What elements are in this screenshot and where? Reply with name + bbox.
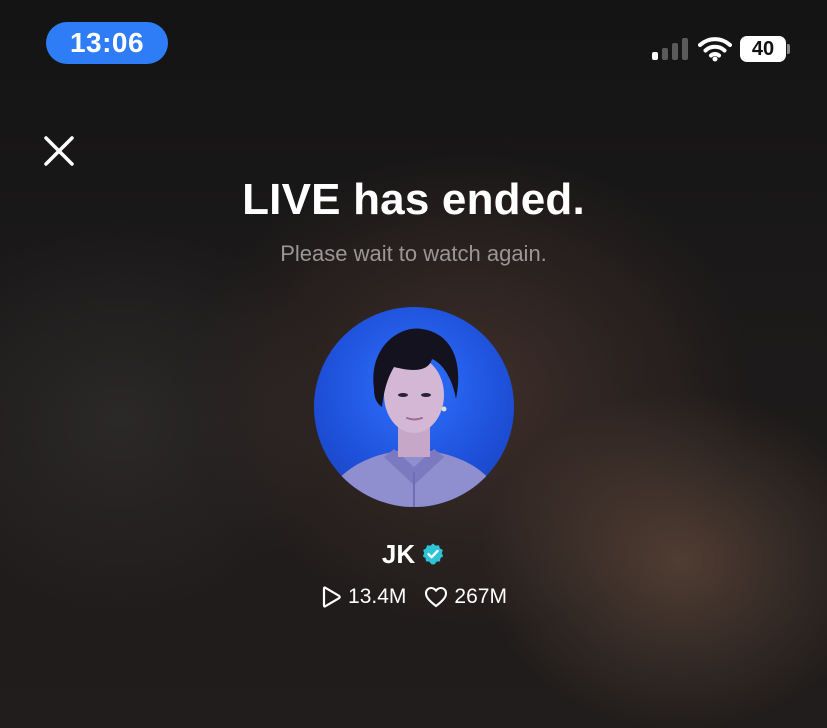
status-bar: 13:06 40 xyxy=(0,0,827,90)
page-subtitle: Please wait to watch again. xyxy=(280,241,547,266)
creator-name: JK xyxy=(381,539,416,569)
creator-name-row[interactable]: JK xyxy=(0,538,827,570)
creator-stats: 13.4M 267M xyxy=(0,583,827,611)
verified-badge-icon xyxy=(422,543,444,565)
page-title: LIVE has ended. xyxy=(242,175,585,224)
views-count: 13.4M xyxy=(348,585,407,608)
views-stat: 13.4M xyxy=(320,583,406,611)
battery-icon: 40 xyxy=(740,36,790,62)
close-button[interactable] xyxy=(38,130,80,172)
status-time[interactable]: 13:06 xyxy=(46,22,168,64)
signal-icon xyxy=(652,38,690,60)
battery-level: 40 xyxy=(740,36,786,62)
avatar-image xyxy=(324,328,504,507)
avatar[interactable] xyxy=(314,307,514,507)
play-icon xyxy=(322,586,341,608)
wifi-icon xyxy=(698,36,732,62)
heart-icon xyxy=(425,586,448,608)
likes-stat: 267M xyxy=(424,583,507,611)
likes-count: 267M xyxy=(454,585,507,608)
close-icon xyxy=(44,136,74,166)
